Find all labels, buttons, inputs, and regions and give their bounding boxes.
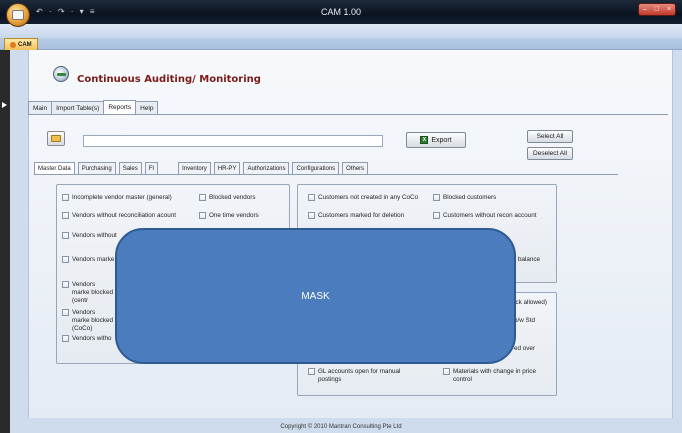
report-category-tabs: Master Data Purchasing Sales FI Inventor… [34,162,371,174]
office-logo-icon [12,10,24,20]
main-tabs: Main Import Table(s) Reports Help [28,100,159,114]
checkbox-box[interactable] [62,256,69,263]
ribbon-tab-cam[interactable]: CAM [4,38,38,50]
tab-reports[interactable]: Reports [103,100,137,114]
tab-purchasing[interactable]: Purchasing [77,162,116,174]
main-tabs-divider [28,114,668,115]
redaction-mask: MASK [115,228,516,364]
checkbox-label: Vendors witho [72,335,112,342]
checkbox-box[interactable] [62,281,69,288]
checkbox-box[interactable] [308,368,315,375]
checkbox-vendors-without[interactable]: Vendors without [62,232,122,240]
copyright-footer: Copyright © 2010 Mantran Consulting Pte … [280,424,402,430]
checkbox-label: Blocked vendors [209,194,256,201]
tab-import-tables[interactable]: Import Table(s) [51,101,105,114]
tab-configurations[interactable]: Configurations [292,162,340,174]
checkbox-box[interactable] [308,194,315,201]
checkbox-customers-without-recon[interactable]: Customers without recon account [433,212,555,220]
checkbox-customers-not-created[interactable]: Customers not created in any CoCo [308,194,433,202]
checkbox-box[interactable] [62,309,69,316]
excel-icon: X [420,136,429,144]
checkbox-label: Materials with change in price control [453,368,536,383]
export-label: Export [431,136,452,144]
checkbox-vendors-without-2[interactable]: Vendors witho [62,335,122,343]
checkbox-label: Vendors marke [72,256,115,263]
deselect-all-button[interactable]: Deselect All [527,147,573,160]
browse-folder-button[interactable] [47,131,65,146]
checkbox-box[interactable] [199,212,206,219]
tab-authorizations[interactable]: Authorizations [243,162,290,174]
ribbon-tab-label: CAM [18,41,32,48]
close-icon[interactable]: × [667,6,671,13]
checkbox-box[interactable] [62,212,69,219]
checkbox-label: GL accounts open for manual postings [318,368,401,383]
checkbox-label: Vendors marke blocked (CoCo) [72,309,113,332]
app-title: Continuous Auditing/ Monitoring [77,74,261,85]
office-button[interactable] [6,3,30,27]
checkbox-label: Incomplete vendor master (general) [72,194,172,201]
customer-fragment-balance: balance [518,256,541,263]
checkbox-vendors-marked-blocked-coco[interactable]: Vendors marke blocked (CoCo) [62,309,114,333]
file-path-input[interactable] [83,135,383,147]
bottom-fragment-3: ed over [514,345,536,352]
checkbox-box[interactable] [443,368,450,375]
window-controls[interactable]: – □ × [638,3,676,16]
checkbox-materials-price-control[interactable]: Materials with change in price control [443,368,551,384]
cam-tab-icon [10,41,16,48]
tab-help[interactable]: Help [135,101,159,114]
expand-arrow-icon[interactable] [2,102,7,108]
tab-sales[interactable]: Sales [118,162,142,174]
title-bar: ↶ · ↷ · ▾ ≡ CAM 1.00 – □ × [0,0,682,24]
ribbon [0,24,682,38]
checkbox-vendors-without-recon[interactable]: Vendors without reconciliation acount [62,212,197,220]
tab-main[interactable]: Main [28,101,53,114]
checkbox-box[interactable] [199,194,206,201]
checkbox-label: Customers without recon account [443,212,537,219]
tab-others[interactable]: Others [342,162,369,174]
checkbox-vendors-marked[interactable]: Vendors marke [62,256,122,264]
tab-inventory[interactable]: Inventory [178,162,211,174]
tab-fi[interactable]: FI [144,162,159,174]
checkbox-vendors-marked-blocked-central[interactable]: Vendors marke blocked (centr [62,281,114,305]
minimize-icon[interactable]: – [643,6,647,13]
checkbox-box[interactable] [433,194,440,201]
checkbox-gl-accounts-open[interactable]: GL accounts open for manual postings [308,368,418,384]
checkbox-label: Vendors without reconciliation acount [72,212,176,219]
left-splitter[interactable] [0,50,10,433]
checkbox-box[interactable] [62,194,69,201]
checkbox-label: One time vendors [209,212,259,219]
bottom-fragment-1: ock allowed) [512,299,547,306]
window-title: CAM 1.00 [320,7,362,17]
maximize-icon[interactable]: □ [655,6,659,13]
checkbox-box[interactable] [433,212,440,219]
tab-hr-py[interactable]: HR-PY [213,162,241,174]
bottom-fragment-2: b/w Std [514,317,535,324]
report-tabs-divider [34,174,618,175]
ribbon-tab-strip [0,38,682,50]
checkbox-box[interactable] [62,232,69,239]
checkbox-customers-marked-deletion[interactable]: Customers marked for deletion [308,212,433,220]
checkbox-one-time-vendors[interactable]: One time vendors [199,212,284,220]
folder-icon [51,135,61,142]
export-button[interactable]: X Export [406,132,466,148]
checkbox-label: Vendors marke blocked (centr [72,281,113,304]
checkbox-label: Customers not created in any CoCo [318,194,419,201]
checkbox-box[interactable] [308,212,315,219]
checkbox-label: Vendors without [72,232,117,239]
checkbox-blocked-customers[interactable]: Blocked customers [433,194,553,202]
tab-master-data[interactable]: Master Data [34,162,75,174]
select-all-button[interactable]: Select All [527,130,573,143]
checkbox-label: Customers marked for deletion [318,212,405,219]
checkbox-blocked-vendors[interactable]: Blocked vendors [199,194,284,202]
app-logo-icon [53,66,69,82]
checkbox-label: Blocked customers [443,194,497,201]
checkbox-box[interactable] [62,335,69,342]
checkbox-incomplete-vendor-master[interactable]: Incomplete vendor master (general) [62,194,197,202]
